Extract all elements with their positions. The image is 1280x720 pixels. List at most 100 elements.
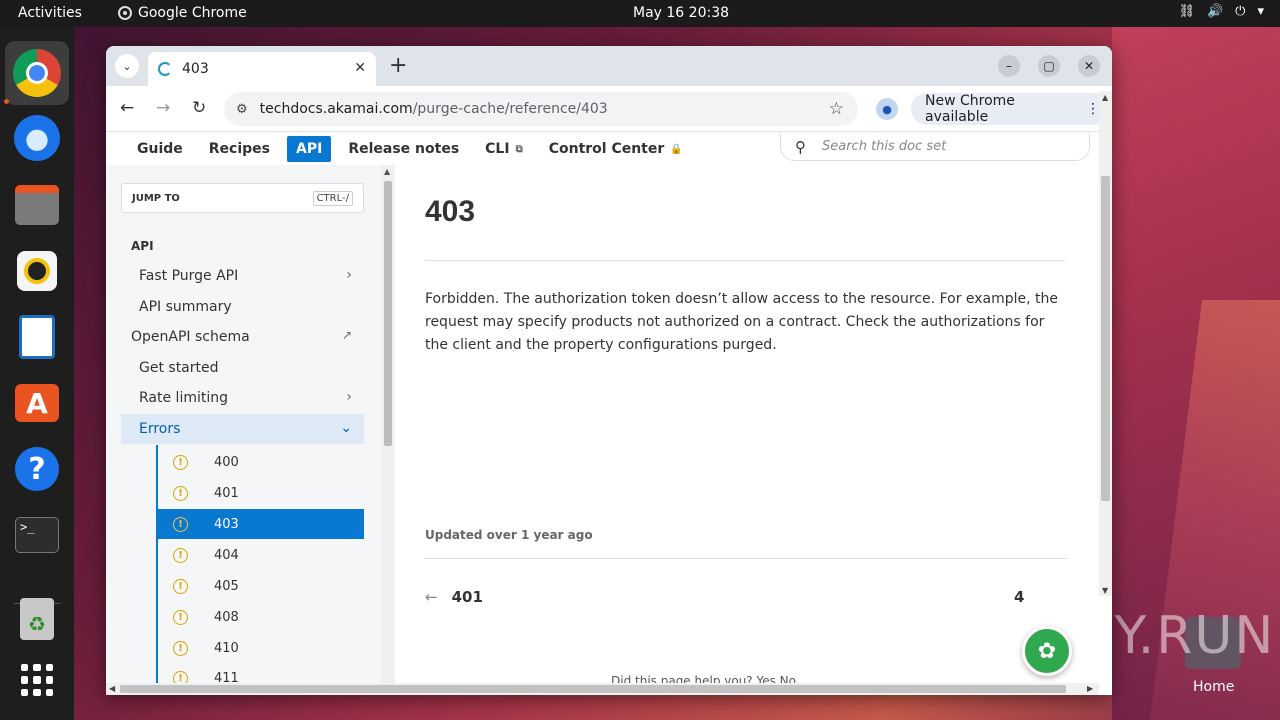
back-button[interactable]: ← [120,98,134,118]
lock-icon: 🔒 [670,143,683,155]
sidebar-error-401[interactable]: ! 401 [158,478,364,508]
address-bar[interactable]: ⚙ techdocs.akamai.com/purge-cache/refere… [224,92,858,126]
prev-page-link[interactable]: ← 401 [425,588,483,606]
dock-files[interactable] [12,180,62,230]
dock-show-apps[interactable] [12,655,62,705]
page-title: 403 [425,195,476,228]
sidebar-item-label: Rate limiting [139,390,228,406]
dock: A ? >_ ♻ [0,27,74,720]
nav-release-notes[interactable]: Release notes [339,136,468,162]
page-vertical-scrollbar[interactable]: ▲ ▼ [1099,91,1112,596]
activities-button[interactable]: Activities [18,5,82,21]
scroll-down-icon[interactable]: ▼ [1102,586,1108,595]
nav-api[interactable]: API [287,136,332,162]
nav-recipes[interactable]: Recipes [200,136,279,162]
home-folder-label: Home [1193,679,1235,695]
sidebar-scrollbar[interactable]: ▲ [381,165,395,683]
chrome-small-icon [118,6,132,20]
nav-cli[interactable]: CLI ⧉ [476,136,532,162]
sidebar-error-410[interactable]: ! 410 [158,633,364,663]
error-code: 400 [214,454,239,470]
tab-search-button[interactable]: ⌄ [115,54,139,78]
app-menu[interactable]: Google Chrome [118,5,247,21]
sidebar-item-openapi-schema[interactable]: OpenAPI schema ↗ [121,322,364,352]
external-link-icon: ⧉ [515,143,523,155]
chevron-down-icon: ⌄ [340,420,352,436]
sidebar-item-rate-limiting[interactable]: Rate limiting › [121,383,364,413]
dock-trash[interactable]: ♻ [12,594,62,644]
sidebar-item-get-started[interactable]: Get started [121,353,364,383]
sidebar-error-405[interactable]: ! 405 [158,571,364,601]
more-menu-icon[interactable]: ⋮ [1086,101,1100,117]
page-scroll-thumb[interactable] [1101,176,1110,501]
writer-icon [19,315,55,359]
error-code: 403 [214,516,239,532]
scroll-up-icon[interactable]: ▲ [1102,93,1108,102]
nav-control-center-label: Control Center [548,141,665,157]
reload-button[interactable]: ↻ [192,98,206,118]
dock-app-center[interactable]: A [12,378,62,428]
sidebar-error-411[interactable]: ! 411 [158,664,364,683]
error-code: 411 [214,671,239,683]
sidebar-error-400[interactable]: ! 400 [158,447,364,477]
akamai-favicon-icon [158,62,172,76]
sidebar-error-403[interactable]: ! 403 [158,509,364,539]
sidebar-item-api-summary[interactable]: API summary [121,292,364,322]
sidebar: JUMP TO CTRL-/ API Fast Purge API › API … [106,165,381,685]
main-article: 403 Forbidden. The authorization token d… [395,165,1099,683]
dock-rhythmbox[interactable] [12,246,62,296]
clock[interactable]: May 16 20:38 [633,5,729,21]
warning-icon: ! [173,516,188,532]
url-host: techdocs.akamai.com [259,101,413,117]
external-arrow-icon: ↗ [341,328,352,342]
dock-writer[interactable] [12,312,62,362]
sidebar-item-fast-purge-api[interactable]: Fast Purge API › [121,261,364,291]
horizontal-scroll-thumb[interactable] [120,685,1066,693]
new-tab-button[interactable]: + [389,53,407,78]
scroll-up-icon[interactable]: ▲ [384,167,390,176]
warning-icon: ! [173,671,188,683]
nav-control-center[interactable]: Control Center 🔒 [540,136,692,162]
next-page-link[interactable]: 4 [1014,588,1024,606]
dock-help[interactable]: ? [12,444,62,494]
volume-icon: 🔊 [1206,4,1224,19]
tab-strip: ⌄ 403 ✕ + – ▢ ✕ [106,46,1112,86]
forward-button[interactable]: → [156,98,170,118]
dock-thunderbird[interactable] [12,113,62,163]
profile-avatar-icon[interactable]: ● [876,98,898,120]
arrow-left-icon: ← [425,588,438,606]
power-icon: ⏻ [1235,4,1246,19]
scroll-left-icon[interactable]: ◀ [109,684,115,693]
tab-active[interactable]: 403 ✕ [148,52,376,86]
warning-icon: ! [173,485,188,501]
cookie-settings-button[interactable]: ✿ [1022,626,1072,676]
sidebar-error-404[interactable]: ! 404 [158,540,364,570]
scroll-right-icon[interactable]: ▶ [1087,684,1093,693]
dock-chrome[interactable] [5,41,69,105]
network-icon: ⛓ [1178,4,1195,19]
sidebar-item-errors[interactable]: Errors ⌄ [121,414,364,444]
nav-guide[interactable]: Guide [128,136,192,162]
site-info-icon[interactable]: ⚙ [236,102,248,117]
maximize-button[interactable]: ▢ [1038,55,1060,77]
sidebar-scroll-thumb[interactable] [384,181,392,446]
system-tray[interactable]: ⛓ 🔊 ⏻ ▾ [1178,4,1264,19]
page-horizontal-scrollbar[interactable]: ◀ ▶ [106,683,1099,695]
bookmark-star-icon[interactable]: ☆ [829,99,844,119]
chrome-update-button[interactable]: New Chrome available ⋮ [911,93,1112,125]
dock-terminal[interactable]: >_ [12,510,62,560]
chrome-window: ⌄ 403 ✕ + – ▢ ✕ ← → ↻ ⚙ techdocs.akamai.… [106,46,1112,695]
close-tab-icon[interactable]: ✕ [354,60,366,76]
update-label: New Chrome available [925,93,1015,125]
doc-search-input[interactable]: ⚲ Search this doc set [780,133,1090,161]
minimize-button[interactable]: – [998,55,1020,77]
warning-icon: ! [173,454,188,470]
jump-to-button[interactable]: JUMP TO CTRL-/ [121,183,364,213]
close-window-button[interactable]: ✕ [1078,55,1100,77]
error-code: 408 [214,609,239,625]
error-code: 401 [214,485,239,501]
updated-timestamp: Updated over 1 year ago [425,528,593,542]
app-name: Google Chrome [138,5,247,21]
sidebar-error-408[interactable]: ! 408 [158,602,364,632]
running-indicator [4,99,9,104]
